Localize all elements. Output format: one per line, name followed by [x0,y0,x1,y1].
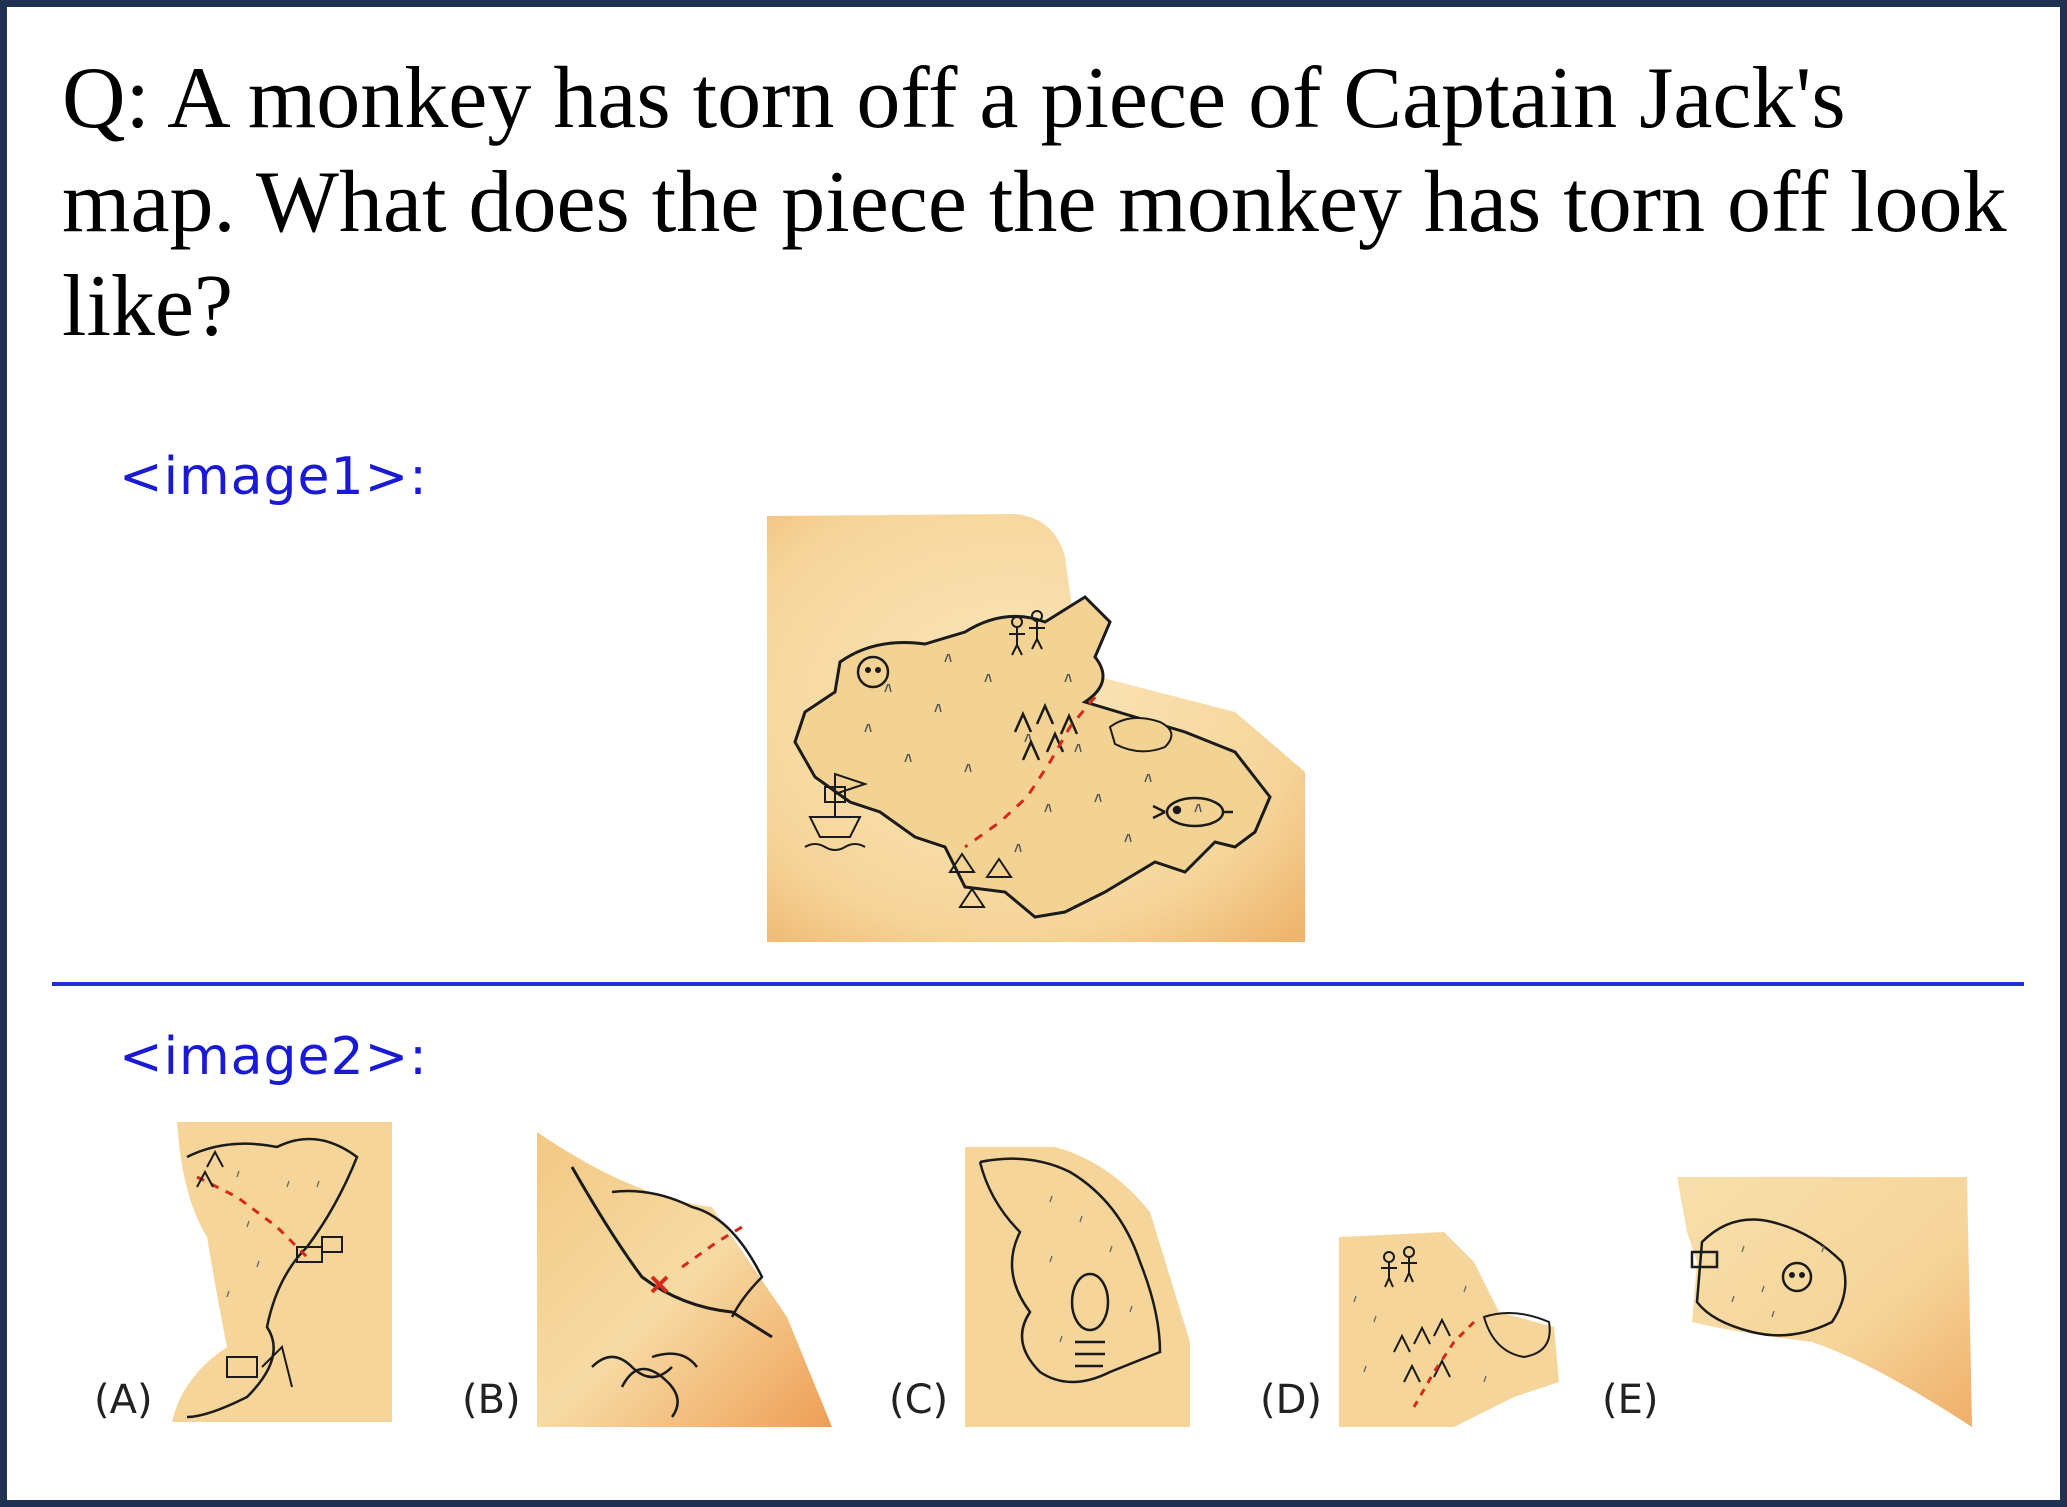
option-a-label: (A) [94,1377,153,1423]
option-b-piece[interactable] [532,1127,832,1427]
option-d-piece[interactable] [1334,1232,1564,1427]
question-text: Q: A monkey has torn off a piece of Capt… [62,50,2007,355]
question-panel: Q: A monkey has torn off a piece of Capt… [0,0,2067,1507]
option-b-label: (B) [462,1377,521,1423]
option-c-label: (C) [889,1377,949,1423]
section-divider [52,982,2024,986]
image1-label: <image1>: [119,447,428,507]
option-c-piece[interactable] [960,1142,1190,1427]
torn-map-image [767,514,1305,942]
option-d-label: (D) [1260,1377,1323,1423]
option-a-piece[interactable] [167,1117,397,1427]
option-e-piece[interactable] [1672,1172,1972,1427]
option-e-label: (E) [1602,1377,1659,1423]
image2-label: <image2>: [119,1027,428,1087]
